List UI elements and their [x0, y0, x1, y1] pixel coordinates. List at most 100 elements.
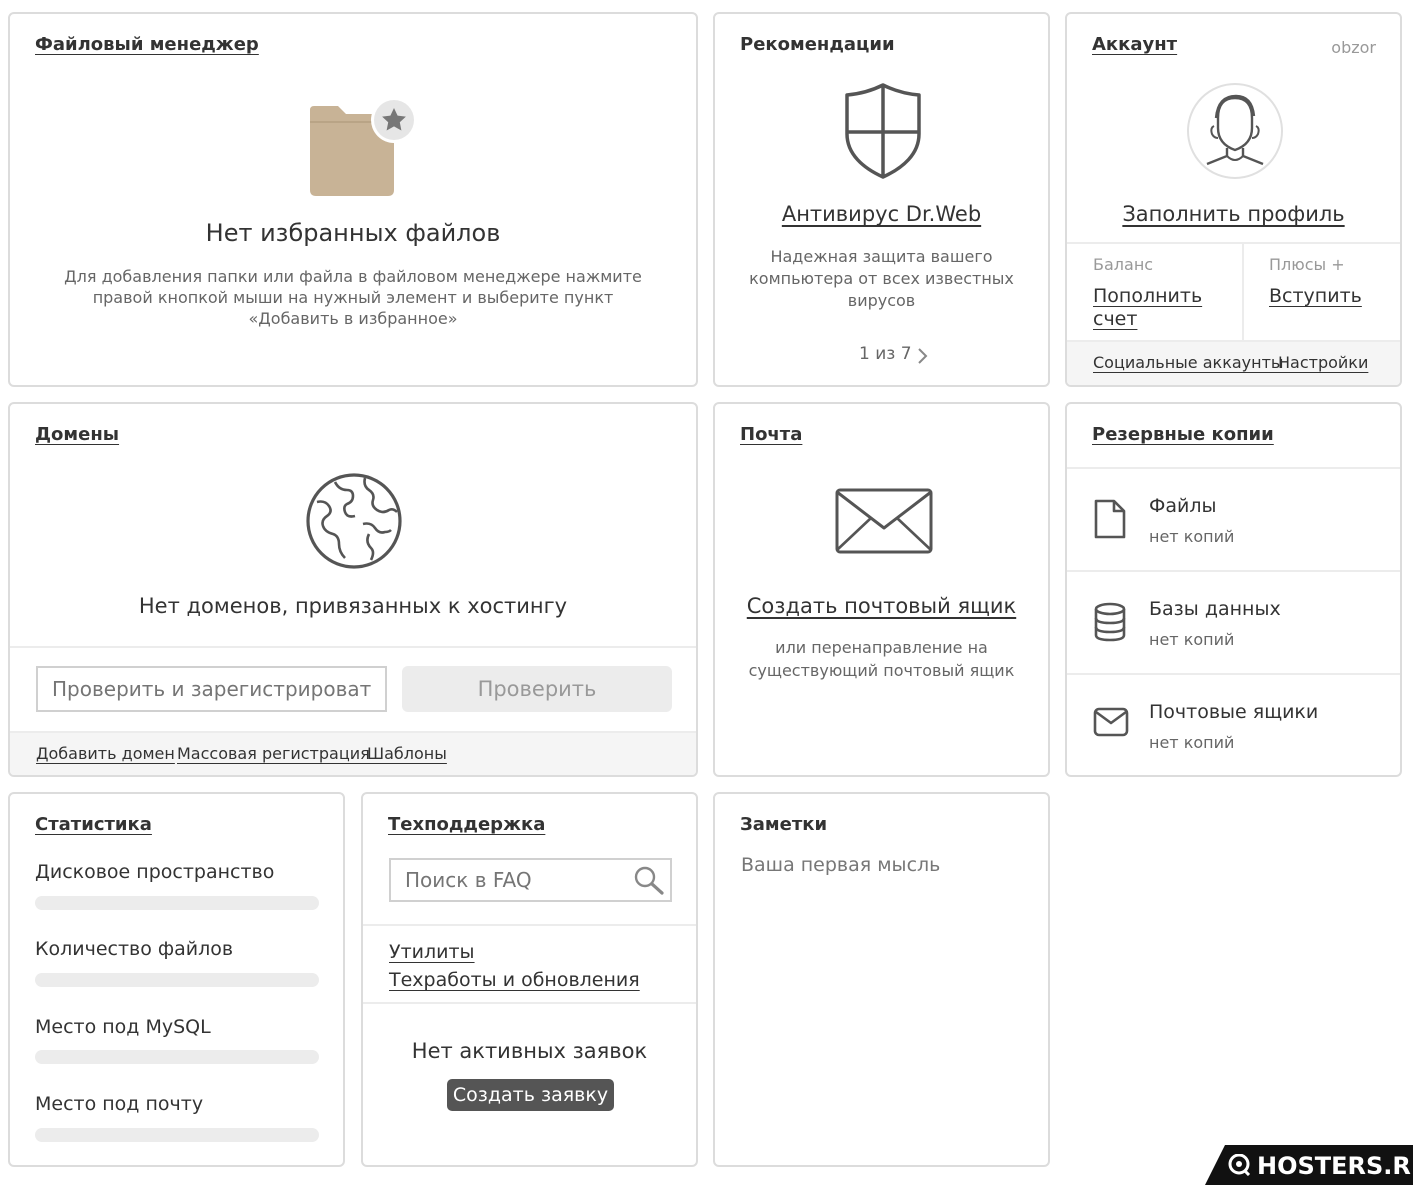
stat-label-files: Количество файлов: [35, 938, 234, 960]
support-title[interactable]: Техподдержка: [388, 814, 545, 835]
recommendation-item-link[interactable]: Антивирус Dr.Web: [715, 202, 1048, 226]
stat-label-mail: Место под почту: [35, 1093, 204, 1115]
utilities-link-wrap: Утилиты: [389, 938, 640, 966]
join-link[interactable]: Вступить: [1269, 285, 1362, 307]
notes-textarea[interactable]: Ваша первая мысль: [741, 854, 940, 876]
folder-star-icon: [306, 96, 424, 200]
database-icon: [1093, 602, 1127, 646]
file-manager-text-line: правой кнопкой мыши на нужный элемент и …: [92, 288, 614, 307]
backup-row-databases[interactable]: Базы данных нет копий: [1067, 572, 1400, 673]
chevron-right-icon[interactable]: [917, 347, 929, 369]
create-mailbox-link[interactable]: Создать почтовый ящик: [747, 594, 1016, 618]
mysql-usage-bar: [35, 1050, 319, 1064]
envelope-icon: [835, 488, 933, 558]
divider: [10, 646, 696, 648]
check-domain-button[interactable]: Проверить: [402, 666, 672, 712]
recommendation-text-line: вирусов: [847, 291, 916, 310]
recommendations-title: Рекомендации: [740, 34, 895, 55]
top-up-link-line[interactable]: Пополнить: [1093, 285, 1202, 308]
top-up-link-line[interactable]: счет: [1093, 308, 1202, 331]
divider: [1242, 242, 1244, 340]
mail-text-line: существующий почтовый ящик: [748, 661, 1015, 680]
notes-title: Заметки: [740, 814, 828, 835]
shield-icon: [843, 82, 923, 184]
backup-name: Файлы: [1149, 495, 1217, 517]
fill-profile-wrap: Заполнить профиль: [1067, 202, 1400, 226]
stat-label-mysql: Место под MySQL: [35, 1016, 211, 1038]
support-card: Техподдержка Утилиты Техработы и обновле…: [361, 792, 698, 1167]
mail-icon: [1093, 707, 1129, 741]
templates-link[interactable]: Шаблоны: [367, 744, 447, 763]
top-up-link[interactable]: Пополнить счет: [1093, 285, 1202, 331]
account-card: Аккаунт obzor Заполнить профиль Баланс П…: [1065, 12, 1402, 387]
chat-icon: [1227, 1153, 1251, 1180]
stat-label-disk: Дисковое пространство: [35, 861, 275, 883]
mail-text: или перенаправление на существующий почт…: [715, 636, 1048, 682]
backup-name: Почтовые ящики: [1149, 701, 1319, 723]
balance-label: Баланс: [1093, 255, 1154, 274]
recommendation-item-text: Надежная защита вашего компьютера от все…: [715, 246, 1048, 312]
file-manager-text-line: «Добавить в избранное»: [248, 309, 458, 328]
files-count-bar: [35, 973, 319, 987]
recommendation-item-title[interactable]: Антивирус Dr.Web: [782, 202, 981, 226]
support-links: Утилиты Техработы и обновления: [389, 938, 640, 994]
notes-card: Заметки Ваша первая мысль: [713, 792, 1050, 1167]
backups-title[interactable]: Резервные копии: [1092, 424, 1274, 445]
file-manager-empty-title: Нет избранных файлов: [205, 219, 501, 247]
file-manager-text-line: Для добавления папки или файла в файлово…: [64, 267, 642, 286]
join-link-wrap: Вступить: [1269, 285, 1362, 307]
maintenance-link-wrap: Техработы и обновления: [389, 966, 640, 994]
no-tickets-text: Нет активных заявок: [411, 1039, 648, 1063]
search-icon[interactable]: [633, 865, 665, 899]
backup-status: нет копий: [1149, 630, 1235, 649]
pager-text: 1 из 7: [859, 344, 912, 364]
create-ticket-button[interactable]: Создать заявку: [447, 1079, 614, 1111]
recommendations-card: Рекомендации Антивирус Dr.Web Надежная з…: [713, 12, 1050, 387]
recommendation-text-line: Надежная защита вашего: [770, 247, 993, 266]
backup-row-mailboxes[interactable]: Почтовые ящики нет копий: [1067, 675, 1400, 775]
mass-registration-link[interactable]: Массовая регистрация: [177, 744, 370, 763]
settings-link[interactable]: Настройки: [1278, 353, 1368, 372]
create-mailbox-wrap: Создать почтовый ящик: [715, 594, 1048, 618]
plus-label: Плюсы +: [1269, 255, 1345, 274]
file-icon: [1093, 499, 1127, 543]
fill-profile-link[interactable]: Заполнить профиль: [1122, 202, 1344, 226]
mail-text-line: или перенаправление на: [775, 638, 988, 657]
divider: [1067, 242, 1400, 244]
domain-search-input[interactable]: [36, 666, 387, 712]
account-username: obzor: [1331, 38, 1376, 57]
social-accounts-link[interactable]: Социальные аккаунты: [1093, 353, 1284, 372]
divider: [363, 924, 696, 926]
add-domain-link[interactable]: Добавить домен: [36, 744, 175, 763]
domains-empty-title: Нет доменов, привязанных к хостингу: [138, 594, 568, 618]
hosters-watermark: HOSTERS.RU: [1205, 1145, 1413, 1185]
backup-status: нет копий: [1149, 527, 1235, 546]
mail-card: Почта Создать почтовый ящик или перенапр…: [713, 402, 1050, 777]
faq-search-input[interactable]: [389, 858, 672, 902]
user-avatar-icon[interactable]: [1186, 82, 1284, 184]
globe-icon: [305, 472, 403, 574]
utilities-link[interactable]: Утилиты: [389, 941, 475, 963]
disk-usage-bar: [35, 896, 319, 910]
backup-name: Базы данных: [1149, 598, 1281, 620]
recommendations-pager: 1 из 7: [859, 344, 912, 364]
divider: [363, 1002, 696, 1004]
domains-card: Домены Нет доменов, привязанных к хостин…: [8, 402, 698, 777]
statistics-title[interactable]: Статистика: [35, 814, 152, 835]
domains-title[interactable]: Домены: [35, 424, 119, 445]
file-manager-title[interactable]: Файловый менеджер: [35, 34, 259, 55]
maintenance-link[interactable]: Техработы и обновления: [389, 969, 640, 991]
account-footer: Социальные аккаунты Настройки: [1067, 340, 1400, 385]
mail-usage-bar: [35, 1128, 319, 1142]
account-title[interactable]: Аккаунт: [1092, 34, 1177, 55]
recommendation-text-line: компьютера от всех известных: [749, 269, 1014, 288]
statistics-card: Статистика Дисковое пространство Количес…: [8, 792, 345, 1167]
backups-card: Резервные копии Файлы нет копий Базы дан…: [1065, 402, 1402, 777]
watermark-text: HOSTERS.RU: [1257, 1152, 1413, 1180]
backup-row-files[interactable]: Файлы нет копий: [1067, 469, 1400, 570]
backup-status: нет копий: [1149, 733, 1235, 752]
file-manager-empty-text: Для добавления папки или файла в файлово…: [10, 266, 696, 329]
mail-title[interactable]: Почта: [740, 424, 802, 445]
file-manager-card: Файловый менеджер Нет избранных файлов Д…: [8, 12, 698, 387]
domains-footer: Добавить домен Массовая регистрация Шабл…: [10, 731, 696, 775]
